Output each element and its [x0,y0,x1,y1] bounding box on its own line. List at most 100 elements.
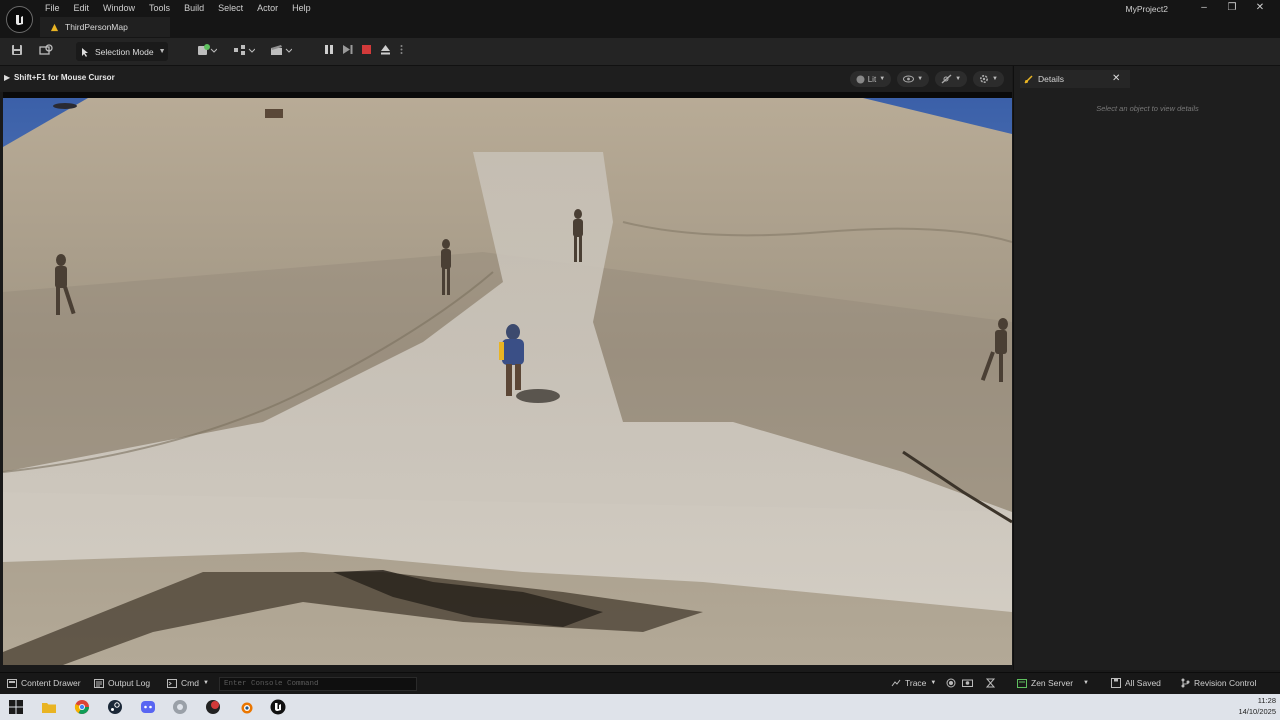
blueprint-icon[interactable] [232,44,256,58]
cmd-dropdown[interactable]: Cmd ▼ [167,678,209,688]
clock-date: 14/10/2025 [1238,707,1276,716]
viewport-controls: Lit ▼ ▼ ▼ ▼ [849,71,1004,87]
add-actor-icon[interactable] [196,44,218,58]
saved-icon [1111,678,1121,688]
viewport-header: ▶ Shift+F1 for Mouse Cursor Lit ▼ ▼ ▼ ▼ [0,66,1012,92]
restore-icon[interactable]: ❐ [1218,1,1246,15]
clock-time: 11:28 [1257,696,1276,705]
eject-icon [381,45,390,55]
level-icon [50,23,59,31]
stop-button[interactable] [360,43,373,56]
close-icon[interactable]: ✕ [1246,1,1274,15]
stop-icon [362,45,371,54]
level-tab-label: ThirdPersonMap [65,22,128,32]
zen-server-dropdown[interactable]: Zen Server ▼ [1017,678,1089,688]
level-tab[interactable]: ThirdPersonMap [40,17,170,37]
cursor-icon [82,47,88,57]
file-explorer-icon[interactable] [41,699,57,715]
close-icon[interactable]: ✕ [1112,73,1120,84]
chevron-down-icon: ▼ [917,76,924,82]
viewport-menu-arrow-icon[interactable]: ▶ [4,73,10,82]
lit-sphere-icon [856,75,865,83]
menu-file[interactable]: File [38,2,67,14]
selection-mode-label: Selection Mode [95,46,154,57]
discord-icon[interactable] [140,699,156,715]
frame-skip-icon [343,45,353,54]
content-drawer-icon [7,678,17,688]
chevron-down-icon: ▼ [955,76,962,82]
save-status-label: All Saved [1125,678,1161,688]
terminal-icon [167,678,177,688]
trace-dropdown[interactable]: Trace ▼ [891,678,936,688]
play-controls [322,43,404,56]
details-tab[interactable]: Details ✕ [1020,70,1130,88]
chrome-icon[interactable] [74,699,90,715]
record-icon[interactable] [946,678,956,688]
cinematics-icon[interactable] [269,44,293,58]
revision-control-button[interactable]: Revision Control [1180,678,1256,688]
hourglass-icon[interactable] [986,678,995,688]
app-red-icon[interactable] [205,699,221,715]
output-log-icon [94,678,104,688]
content-drawer-label: Content Drawer [21,678,81,688]
menu-actor[interactable]: Actor [250,2,285,14]
revision-control-icon [1181,678,1190,688]
trace-icon [891,679,901,686]
level-viewport[interactable] [3,92,1012,665]
minimize-icon[interactable]: – [1190,1,1218,15]
chevron-down-icon: ▼ [992,76,998,82]
save-status-button[interactable]: All Saved [1111,678,1161,688]
chevron-down-icon: ▼ [930,680,937,686]
revision-control-label: Revision Control [1194,678,1257,688]
pause-button[interactable] [322,43,335,56]
unreal-editor-icon[interactable] [270,699,286,715]
title-bar: File Edit Window Tools Build Select Acto… [0,0,1280,38]
app-gray-icon[interactable] [172,699,188,715]
scalability-dropdown[interactable]: ▼ [935,71,968,87]
screenshot-icon[interactable] [962,678,973,687]
terrain-scene [3,92,1012,665]
eject-button[interactable] [379,43,392,56]
output-log-button[interactable]: Output Log [94,678,150,688]
system-clock[interactable]: 11:28 14/10/2025 [1238,695,1276,717]
gear-icon [980,74,989,84]
browse-icon[interactable] [39,44,53,58]
chevron-down-icon: ▼ [879,76,886,82]
output-log-label: Output Log [108,678,151,688]
chevron-down-icon: ▼ [202,680,209,686]
menu-select[interactable]: Select [211,2,250,14]
zen-server-icon [1017,678,1027,688]
more-options-icon[interactable] [398,43,404,56]
trace-label: Trace [905,678,927,688]
details-tab-label: Details [1038,74,1064,84]
steam-icon[interactable] [107,699,123,715]
menu-edit[interactable]: Edit [67,2,97,14]
blender-icon[interactable] [238,699,254,715]
menu-window[interactable]: Window [96,2,142,14]
details-icon [1024,74,1033,84]
details-empty-message: Select an object to view details [1096,104,1199,113]
unreal-logo-icon[interactable] [6,6,33,33]
menu-tools[interactable]: Tools [142,2,177,14]
console-command-input[interactable] [219,677,417,691]
save-icon[interactable] [10,44,24,58]
cmd-label: Cmd [181,678,199,688]
details-panel: Details ✕ Select an object to view detai… [1013,66,1280,670]
menu-build[interactable]: Build [177,2,211,14]
show-flags-dropdown[interactable]: ▼ [897,71,930,87]
main-toolbar: Selection Mode ▼ [0,38,1280,66]
menu-help[interactable]: Help [285,2,318,14]
main-menu: File Edit Window Tools Build Select Acto… [38,2,318,14]
view-mode-dropdown[interactable]: Lit ▼ [849,71,892,87]
viewport-settings-dropdown[interactable]: ▼ [973,71,1004,87]
zen-server-label: Zen Server [1031,678,1074,688]
os-taskbar: 11:28 14/10/2025 [0,694,1280,720]
pause-icon [324,45,333,54]
window-controls: – ❐ ✕ [1190,1,1274,15]
frame-skip-button[interactable] [341,43,354,56]
chevron-down-icon: ▼ [158,48,166,55]
content-drawer-button[interactable]: Content Drawer [7,678,81,688]
windows-start-icon[interactable] [8,699,24,715]
view-mode-label: Lit [867,74,877,84]
selection-mode-dropdown[interactable]: Selection Mode ▼ [76,42,168,61]
